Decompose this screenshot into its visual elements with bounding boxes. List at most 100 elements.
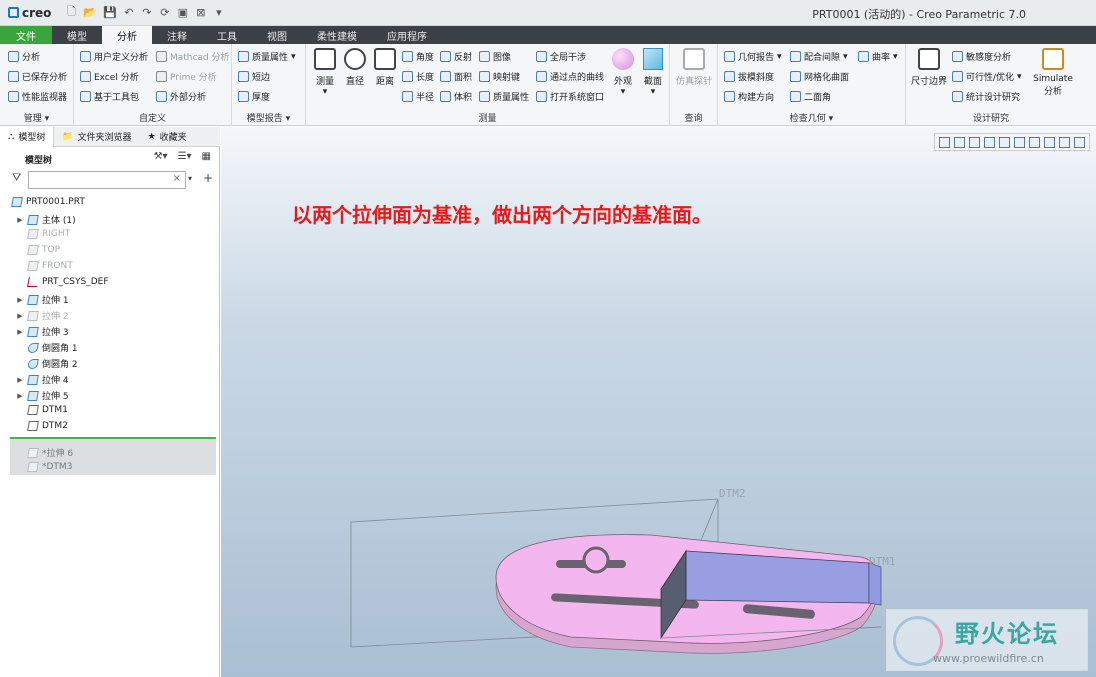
tree-item-extrude-3[interactable]: ▶ 拉伸 3 [16,325,69,338]
tab-flexible-modeling[interactable]: 柔性建模 [302,26,372,44]
dtm2-label[interactable]: DTM2 [719,487,746,500]
new-file-icon[interactable]: 🗋 [65,3,77,22]
tree-item-extrude-6[interactable]: *拉伸 6 [27,446,73,459]
tab-annotate[interactable]: 注释 [152,26,202,44]
search-dropdown-icon[interactable]: ▾ [188,174,192,183]
redo-icon[interactable]: ↷ [141,6,153,19]
tree-item-front[interactable]: FRONT [27,261,73,271]
customize-qat-icon[interactable]: ▾ [213,6,225,19]
section-button[interactable]: 截面 ▾ [636,48,670,97]
saved-analysis-button[interactable]: 已保存分析 [8,70,67,83]
tab-tools[interactable]: 工具 [202,26,252,44]
short-edge-button[interactable]: 短边 [238,70,270,83]
expand-icon[interactable]: ▶ [16,312,24,320]
tree-settings-icon[interactable]: ⚒▾ [154,151,168,162]
curvature-button[interactable]: 曲率 ▾ [858,50,898,63]
tab-file[interactable]: 文件 [0,26,52,44]
reflection-button[interactable]: 反射 [440,50,472,63]
tree-search-input[interactable]: × [28,171,186,189]
analysis-button[interactable]: 分析 [8,50,40,63]
image-button[interactable]: 图像 [479,50,511,63]
tab-analysis[interactable]: 分析 [102,26,152,44]
mathcad-analysis-button[interactable]: Mathcad 分析 [156,50,230,63]
tree-item-csys[interactable]: PRT_CSYS_DEF [27,277,109,287]
distance-button[interactable]: 距离 [368,48,402,87]
add-filter-icon[interactable]: + [203,171,213,185]
global-interference-button[interactable]: 全局干涉 [536,50,586,63]
mapkey-button[interactable]: 映射键 [479,70,520,83]
dihedral-angle-button[interactable]: 二面角 [790,90,831,103]
extrude-block-end[interactable] [868,562,882,606]
expand-icon[interactable]: ▶ [16,392,24,400]
center-hole[interactable] [582,546,610,574]
clear-search-icon[interactable]: × [173,173,181,184]
expand-icon[interactable]: ▶ [16,328,24,336]
measure-button[interactable]: 测量 ▾ [308,48,342,97]
tree-item-dtm2[interactable]: DTM2 [27,421,68,431]
group-model-report-label[interactable]: 模型报告 ▾ [232,111,305,124]
tab-favorites[interactable]: ★ 收藏夹 [140,127,195,147]
appearance-button[interactable]: 外观 ▾ [606,48,640,97]
tree-item-round-2[interactable]: 倒圆角 2 [27,357,78,370]
windows-icon[interactable]: ▣ [177,6,189,19]
tab-view[interactable]: 视图 [252,26,302,44]
tree-item-top[interactable]: TOP [27,245,60,255]
draft-button[interactable]: 拔模斜度 [724,70,774,83]
tree-item-dtm3[interactable]: *DTM3 [27,462,72,472]
simulate-analysis-button[interactable]: Simulate 分析 [1032,48,1074,97]
tree-item-round-1[interactable]: 倒圆角 1 [27,341,78,354]
simulation-probe-button[interactable]: 仿真探针 [674,48,714,87]
tree-item-dtm1[interactable]: DTM1 [27,405,68,415]
save-icon[interactable]: 💾 [103,6,117,19]
tree-item-extrude-2[interactable]: ▶ 拉伸 2 [16,309,69,322]
diameter-button[interactable]: 直径 [338,48,372,87]
expand-icon[interactable]: ▶ [16,376,24,384]
sensitivity-analysis-button[interactable]: 敏感度分析 [952,50,1011,63]
angle-button[interactable]: 角度 [402,50,434,63]
open-system-window-button[interactable]: 打开系统窗口 [536,90,604,103]
curve-through-points-button[interactable]: 通过点的曲线 [536,70,604,83]
clearance-button[interactable]: 配合间隙 ▾ [790,50,848,63]
open-folder-icon[interactable]: 📂 [83,6,97,19]
measure-mass-properties-button[interactable]: 质量属性 [479,90,529,103]
expand-icon[interactable]: ▶ [16,216,24,224]
graphics-viewport[interactable]: 以两个拉伸面为基准，做出两个方向的基准面。 DTM2 DTM1 野火论坛 www… [221,127,1096,677]
dimension-boundary-button[interactable]: 尺寸边界 [910,48,948,87]
part-model[interactable]: DTM2 DTM1 [221,127,1096,677]
radius-button[interactable]: 半径 [402,90,434,103]
mesh-surface-button[interactable]: 网格化曲面 [790,70,849,83]
tree-item-right[interactable]: RIGHT [27,229,70,239]
length-button[interactable]: 长度 [402,70,434,83]
tree-item-extrude-4[interactable]: ▶ 拉伸 4 [16,373,69,386]
group-manage-label[interactable]: 管理 ▾ [0,111,73,124]
feasibility-optimization-button[interactable]: 可行性/优化 ▾ [952,70,1022,83]
mass-properties-button[interactable]: 质量属性 ▾ [238,50,296,63]
undo-icon[interactable]: ↶ [123,6,135,19]
geometry-report-button[interactable]: 几何报告 ▾ [724,50,782,63]
regenerate-icon[interactable]: ⟳ [159,6,171,19]
close-window-icon[interactable]: ⊠ [195,6,207,19]
external-analysis-button[interactable]: 外部分析 [156,90,206,103]
area-button[interactable]: 面积 [440,70,472,83]
thickness-button[interactable]: 厚度 [238,90,270,103]
prime-analysis-button[interactable]: Prime 分析 [156,70,217,83]
toolkit-based-button[interactable]: 基于工具包 [80,90,139,103]
tab-model-tree[interactable]: ⛬ 模型树 [0,126,55,147]
group-inspect-geometry-label[interactable]: 检查几何 ▾ [718,111,905,124]
build-direction-button[interactable]: 构建方向 [724,90,774,103]
tree-show-icon[interactable]: ☰▾ [178,151,192,162]
tab-applications[interactable]: 应用程序 [372,26,442,44]
user-defined-analysis-button[interactable]: 用户定义分析 [80,50,148,63]
tree-item-extrude-1[interactable]: ▶ 拉伸 1 [16,293,69,306]
tree-item-extrude-5[interactable]: ▶ 拉伸 5 [16,389,69,402]
filter-icon[interactable]: ⛛ [12,171,21,185]
tree-item-body[interactable]: ▶ 主体 (1) [16,213,76,226]
expand-icon[interactable]: ▶ [16,296,24,304]
tab-folder-browser[interactable]: 📁 文件夹浏览器 [54,127,139,147]
performance-monitor-button[interactable]: 性能监视器 [8,90,67,103]
tab-model[interactable]: 模型 [52,26,102,44]
tree-columns-icon[interactable]: ▦ [202,151,211,162]
statistical-design-study-button[interactable]: 统计设计研究 [952,90,1020,103]
excel-analysis-button[interactable]: Excel 分析 [80,70,139,83]
volume-button[interactable]: 体积 [440,90,472,103]
